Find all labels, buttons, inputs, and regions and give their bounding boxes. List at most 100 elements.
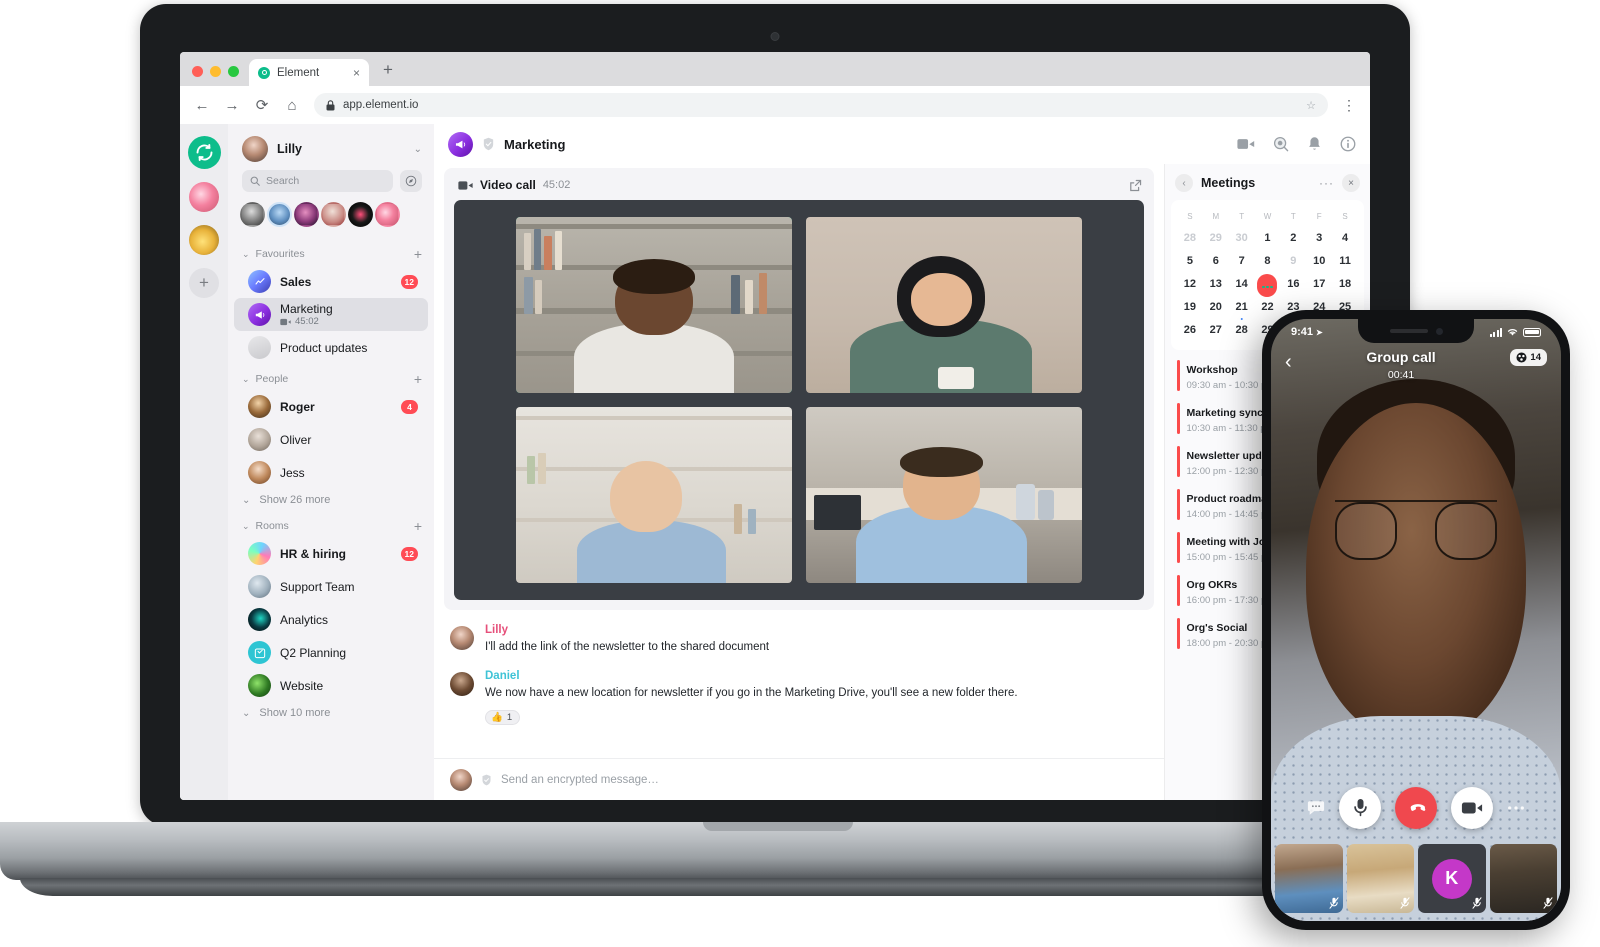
calendar-day[interactable]: 19 [1177, 296, 1203, 317]
room-list-item-oliver[interactable]: Oliver [234, 423, 428, 456]
calendar-day[interactable]: 16 [1280, 273, 1306, 294]
more-button[interactable] [1507, 805, 1525, 811]
microphone-button[interactable] [1339, 787, 1381, 829]
thumb-4[interactable] [1489, 844, 1557, 913]
calendar-day[interactable]: 3 [1306, 227, 1332, 248]
calendar-day[interactable]: 22 [1255, 296, 1281, 317]
message-sender[interactable]: Lilly [485, 624, 769, 636]
home-space-icon[interactable] [187, 136, 221, 169]
search-icon[interactable] [1273, 136, 1289, 152]
maximize-window-icon[interactable] [228, 66, 239, 77]
calendar-day[interactable]: 1 [1255, 227, 1281, 248]
calendar-day-today[interactable]: 15 [1255, 273, 1281, 297]
calendar-day[interactable]: 27 [1203, 319, 1229, 340]
room-info-icon[interactable] [1340, 136, 1356, 152]
back-icon[interactable]: ‹ [1175, 174, 1193, 192]
calendar-day[interactable]: 21 [1229, 296, 1255, 320]
calendar-day[interactable]: 10 [1306, 250, 1332, 271]
message-reaction[interactable]: 👍 1 [485, 709, 521, 725]
calendar-day[interactable]: 18 [1332, 273, 1358, 294]
back-icon[interactable]: ‹ [1285, 352, 1292, 372]
participant-count-badge[interactable]: 14 [1510, 349, 1547, 366]
chevron-down-icon[interactable]: ⌄ [414, 144, 422, 155]
calendar-day[interactable]: 2 [1280, 227, 1306, 248]
video-tile-participant-4[interactable] [806, 406, 1082, 583]
space-avatar-1[interactable] [189, 182, 219, 212]
calendar-day[interactable]: 13 [1203, 273, 1229, 294]
user-menu-button[interactable]: Lilly ⌄ [228, 124, 434, 170]
room-section-header-people[interactable]: ⌄ People + [228, 364, 434, 390]
avatar[interactable] [240, 202, 265, 227]
chevron-down-icon[interactable]: ⌄ [242, 249, 250, 260]
calendar-day[interactable]: 17 [1306, 273, 1332, 294]
chat-button[interactable] [1307, 800, 1325, 816]
room-list-item-jess[interactable]: Jess [234, 456, 428, 489]
calendar-day[interactable]: 28 [1177, 227, 1203, 248]
message-sender[interactable]: Daniel [485, 670, 1018, 682]
calendar-day[interactable]: 26 [1177, 319, 1203, 340]
close-window-icon[interactable] [192, 66, 203, 77]
room-list-item-marketing[interactable]: Marketing 45:02 [234, 298, 428, 331]
calendar-day[interactable]: 4 [1332, 227, 1358, 248]
browser-menu-icon[interactable]: ⋮ [1342, 97, 1356, 112]
room-list-item-roger[interactable]: Roger 4 [234, 390, 428, 423]
calendar-day[interactable]: 5 [1177, 250, 1203, 271]
reload-icon[interactable]: ⟳ [254, 98, 270, 113]
message-input-placeholder[interactable]: Send an encrypted message… [501, 774, 659, 786]
show-more-rooms-button[interactable]: ⌄ Show 10 more [228, 702, 434, 724]
search-input[interactable]: Search [242, 170, 393, 192]
bookmark-star-icon[interactable]: ☆ [1306, 99, 1316, 112]
add-room-icon[interactable]: + [414, 247, 422, 261]
room-list-item-q2-planning[interactable]: Q2 Planning [234, 636, 428, 669]
chevron-down-icon[interactable]: ⌄ [242, 374, 250, 385]
thumb-1[interactable] [1275, 844, 1343, 913]
hangup-button[interactable] [1395, 787, 1437, 829]
close-icon[interactable]: × [1342, 174, 1360, 192]
home-icon[interactable]: ⌂ [284, 98, 300, 113]
add-room-icon[interactable]: + [414, 519, 422, 533]
room-list-item-support-team[interactable]: Support Team [234, 570, 428, 603]
calendar-day[interactable]: 14 [1229, 273, 1255, 294]
more-options-icon[interactable]: ··· [1319, 176, 1334, 190]
room-list-item-website[interactable]: Website [234, 669, 428, 702]
calendar-day[interactable]: 9 [1280, 250, 1306, 271]
camera-button[interactable] [1451, 787, 1493, 829]
new-tab-icon[interactable]: + [369, 60, 393, 86]
room-section-header-rooms[interactable]: ⌄ Rooms + [228, 511, 434, 537]
address-bar[interactable]: app.element.io ☆ [314, 93, 1328, 117]
add-room-icon[interactable]: + [414, 372, 422, 386]
avatar[interactable] [294, 202, 319, 227]
video-tile-participant-3[interactable] [516, 406, 792, 583]
expand-call-icon[interactable] [1129, 179, 1142, 192]
room-list-item-hr-hiring[interactable]: HR & hiring 12 [234, 537, 428, 570]
avatar[interactable] [267, 202, 292, 227]
avatar[interactable] [375, 202, 400, 227]
calendar-day[interactable]: 30 [1229, 227, 1255, 248]
video-tile-participant-1[interactable] [516, 217, 792, 393]
forward-icon[interactable]: → [224, 98, 240, 113]
window-traffic-lights[interactable] [180, 66, 249, 86]
minimize-window-icon[interactable] [210, 66, 221, 77]
room-list-item-analytics[interactable]: Analytics [234, 603, 428, 636]
video-tile-participant-2[interactable] [806, 217, 1082, 393]
calendar-day[interactable]: 28 [1229, 319, 1255, 340]
calendar-day[interactable]: 7 [1229, 250, 1255, 271]
thumb-3[interactable]: K [1418, 844, 1486, 913]
calendar-day[interactable]: 11 [1332, 250, 1358, 271]
close-tab-icon[interactable]: × [353, 67, 360, 79]
avatar[interactable] [348, 202, 373, 227]
room-list-item-product-updates[interactable]: Product updates [234, 331, 428, 364]
create-space-button[interactable]: + [189, 268, 219, 298]
browser-tab-element[interactable]: Element × [249, 59, 369, 86]
calendar-day[interactable]: 12 [1177, 273, 1203, 294]
show-more-rooms-button[interactable]: ⌄ Show 26 more [228, 489, 434, 511]
room-list-item-sales[interactable]: Sales 12 [234, 265, 428, 298]
calendar-day[interactable]: 8 [1255, 250, 1281, 271]
video-call-icon[interactable] [1237, 137, 1255, 151]
space-avatar-2[interactable] [189, 225, 219, 255]
chevron-down-icon[interactable]: ⌄ [242, 521, 250, 532]
thumb-2[interactable] [1346, 844, 1414, 913]
calendar-day[interactable]: 29 [1203, 227, 1229, 248]
explore-rooms-button[interactable] [400, 170, 422, 192]
notifications-bell-icon[interactable] [1307, 136, 1322, 152]
